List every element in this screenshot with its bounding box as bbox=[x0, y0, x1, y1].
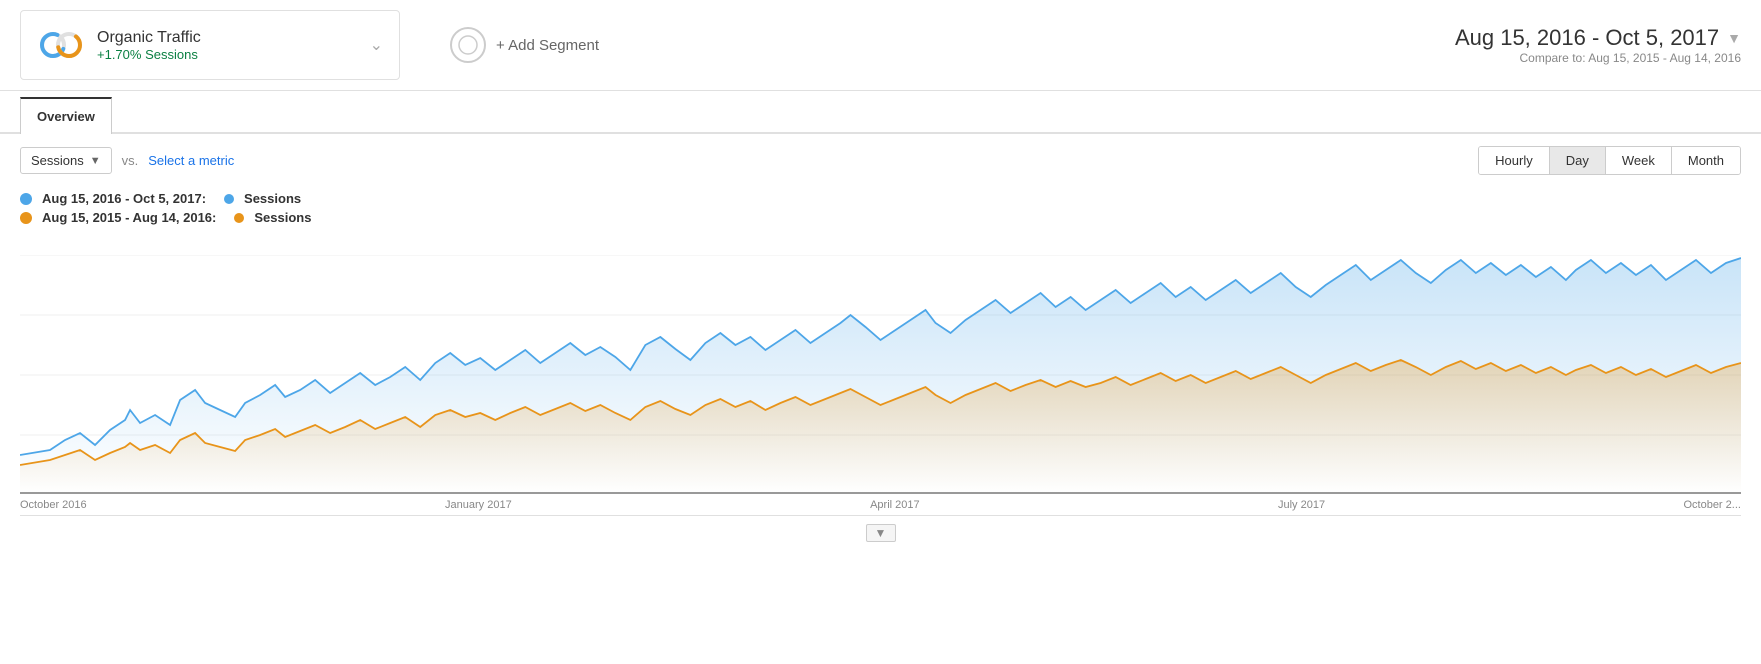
segment-subtitle: +1.70% Sessions bbox=[97, 47, 358, 62]
legend-row-2: Aug 15, 2015 - Aug 14, 2016: Sessions bbox=[20, 210, 1741, 225]
segment-title: Organic Traffic bbox=[97, 29, 358, 47]
legend-metric-1: Sessions bbox=[244, 191, 301, 206]
metric-dropdown-arrow-icon: ▼ bbox=[90, 155, 101, 167]
vs-label: vs. bbox=[122, 153, 139, 168]
metric-selector: Sessions ▼ vs. Select a metric bbox=[20, 147, 234, 174]
segment-info: Organic Traffic +1.70% Sessions bbox=[97, 29, 358, 62]
date-range-arrow[interactable]: ▼ bbox=[1727, 30, 1741, 46]
legend-metric-2: Sessions bbox=[254, 210, 311, 225]
legend-dot-blue-circle bbox=[224, 194, 234, 204]
x-label-2: January 2017 bbox=[445, 499, 512, 511]
legend-date-1: Aug 15, 2016 - Oct 5, 2017: bbox=[42, 191, 206, 206]
legend-dot-blue bbox=[20, 193, 32, 205]
x-label-4: July 2017 bbox=[1278, 499, 1325, 511]
time-btn-day[interactable]: Day bbox=[1550, 147, 1606, 174]
time-buttons: Hourly Day Week Month bbox=[1478, 146, 1741, 175]
segment-icon bbox=[37, 21, 85, 69]
time-btn-week[interactable]: Week bbox=[1606, 147, 1672, 174]
legend-dot-orange-circle bbox=[234, 213, 244, 223]
date-range[interactable]: Aug 15, 2016 - Oct 5, 2017 ▼ Compare to:… bbox=[1455, 25, 1741, 65]
tabs-bar: Overview bbox=[0, 95, 1761, 134]
time-btn-hourly[interactable]: Hourly bbox=[1479, 147, 1550, 174]
chart-area bbox=[20, 255, 1741, 495]
x-axis: October 2016 January 2017 April 2017 Jul… bbox=[20, 495, 1741, 515]
metric-dropdown[interactable]: Sessions ▼ bbox=[20, 147, 112, 174]
add-segment-label: + Add Segment bbox=[496, 37, 599, 54]
top-bar: Organic Traffic +1.70% Sessions ⌄ + Add … bbox=[0, 0, 1761, 91]
x-label-3: April 2017 bbox=[870, 499, 920, 511]
x-label-5: October 2... bbox=[1683, 499, 1740, 511]
tab-overview[interactable]: Overview bbox=[20, 97, 112, 134]
legend-row-1: Aug 15, 2016 - Oct 5, 2017: Sessions bbox=[20, 191, 1741, 206]
time-btn-month[interactable]: Month bbox=[1672, 147, 1740, 174]
chart-controls: Sessions ▼ vs. Select a metric Hourly Da… bbox=[0, 134, 1761, 187]
legend-dot-orange bbox=[20, 212, 32, 224]
scrollbar-button[interactable]: ▼ bbox=[866, 524, 896, 542]
scrollbar-area: ▼ bbox=[20, 515, 1741, 550]
date-range-main: Aug 15, 2016 - Oct 5, 2017 bbox=[1455, 25, 1719, 51]
chart-container: October 2016 January 2017 April 2017 Jul… bbox=[0, 255, 1761, 535]
x-label-1: October 2016 bbox=[20, 499, 87, 511]
metric-label: Sessions bbox=[31, 153, 84, 168]
legend: Aug 15, 2016 - Oct 5, 2017: Sessions Aug… bbox=[0, 187, 1761, 245]
segment-dropdown-arrow[interactable]: ⌄ bbox=[370, 35, 383, 55]
date-range-compare: Compare to: Aug 15, 2015 - Aug 14, 2016 bbox=[1455, 51, 1741, 65]
add-segment-button[interactable]: + Add Segment bbox=[420, 17, 640, 73]
select-metric-link[interactable]: Select a metric bbox=[148, 153, 234, 168]
legend-date-2: Aug 15, 2015 - Aug 14, 2016: bbox=[42, 210, 216, 225]
add-segment-circle-icon bbox=[450, 27, 486, 63]
segment-card[interactable]: Organic Traffic +1.70% Sessions ⌄ bbox=[20, 10, 400, 80]
chart-svg bbox=[20, 255, 1741, 495]
